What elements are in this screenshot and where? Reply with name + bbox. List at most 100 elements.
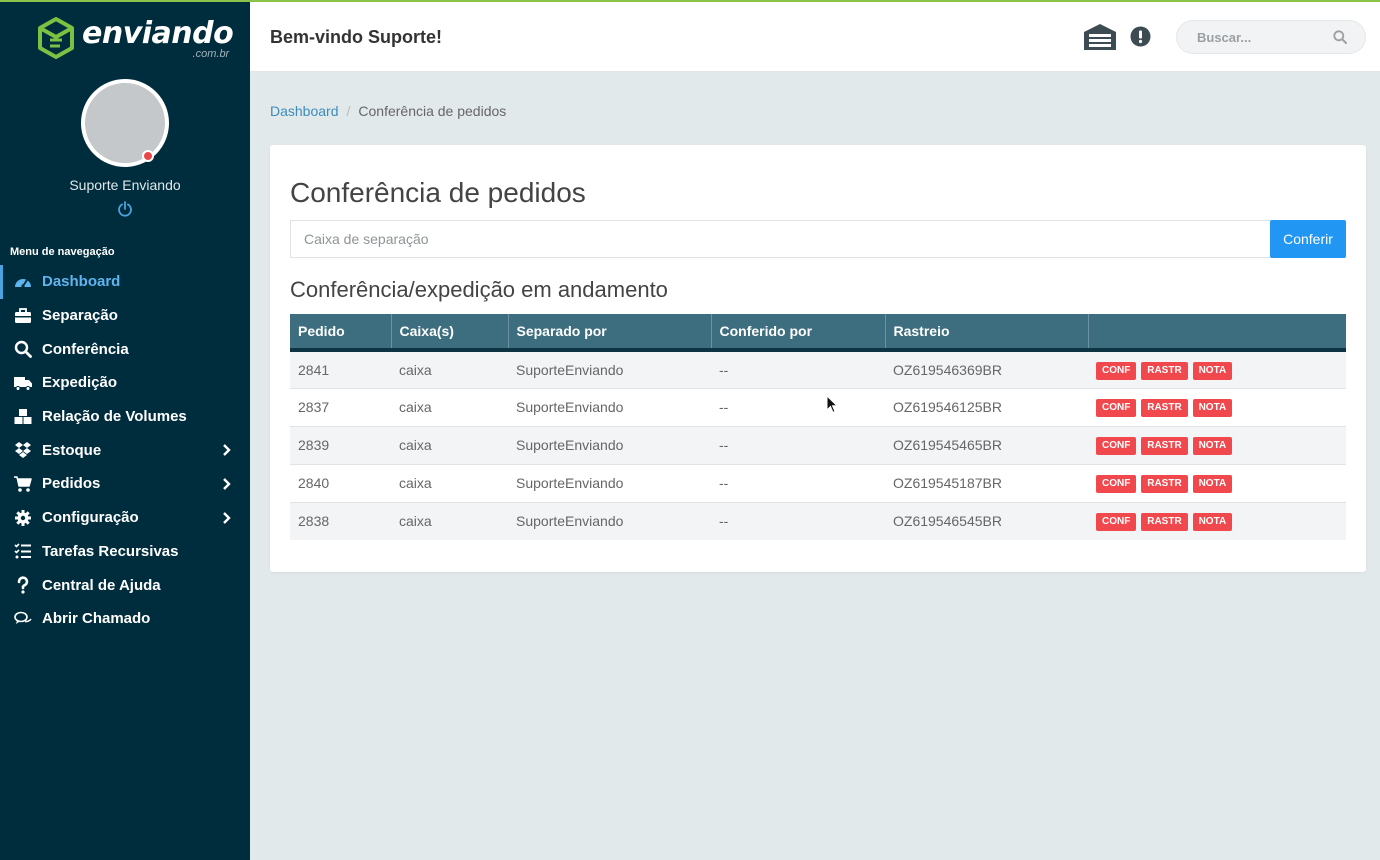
cell-separado-por: SuporteEnviando	[516, 399, 624, 415]
sidebar-item-configuracao[interactable]: Configuração	[0, 501, 250, 535]
sidebar-item-label: Relação de Volumes	[42, 408, 187, 426]
cell-pedido: 2839	[298, 437, 330, 453]
search-input[interactable]	[1177, 21, 1327, 53]
cell-actions: CONF RASTR NOTA	[1088, 502, 1346, 540]
sidebar-item-label: Configuração	[42, 509, 139, 527]
cell-actions: CONF RASTR NOTA	[1088, 464, 1346, 502]
mouse-cursor-icon	[826, 395, 838, 414]
cell-pedido: 2840	[298, 475, 330, 491]
welcome-message: Bem-vindo Suporte!	[270, 27, 443, 47]
box-input-row: Conferir	[290, 220, 1346, 258]
cell-conferido-por: --	[719, 513, 729, 530]
nota-button[interactable]: NOTA	[1192, 513, 1233, 532]
breadcrumb-current: Conferência de pedidos	[358, 103, 507, 119]
breadcrumb-home-link[interactable]: Dashboard	[270, 103, 339, 119]
sidebar-item-label: Conferência	[42, 340, 129, 358]
breadcrumb: Dashboard / Conferência de pedidos	[270, 103, 506, 119]
cell-caixas: caixa	[399, 437, 432, 453]
header-rastreio[interactable]: Rastreio	[885, 314, 1089, 350]
boxes-icon	[13, 408, 33, 426]
conferir-button[interactable]: Conferir	[1270, 220, 1346, 258]
cell-rastreio: OZ619546125BR	[893, 399, 1002, 415]
sidebar-item-relacao-volumes[interactable]: Relação de Volumes	[0, 400, 250, 434]
cell-caixas: caixa	[399, 475, 432, 491]
rastr-button[interactable]: RASTR	[1141, 437, 1188, 455]
logo-box-icon	[38, 17, 74, 59]
cell-separado-por: SuporteEnviando	[516, 475, 624, 491]
header-caixas[interactable]: Caixa(s)	[391, 314, 509, 350]
table-row: 2838 caixa SuporteEnviando -- OZ61954654…	[290, 502, 1346, 540]
user-name: Suporte Enviando	[69, 177, 181, 193]
top-accent-line	[0, 0, 1380, 2]
section-title: Conferência/expedição em andamento	[290, 277, 668, 302]
breadcrumb-separator: /	[346, 103, 351, 119]
cell-rastreio: OZ619545187BR	[893, 475, 1002, 491]
top-header: Bem-vindo Suporte!	[250, 2, 1380, 72]
toolbox-icon	[13, 307, 33, 325]
table-header-row: Pedido Caixa(s) Separado por Conferido p…	[290, 314, 1346, 350]
sidebar-item-dashboard[interactable]: Dashboard	[0, 265, 250, 299]
rastr-button[interactable]: RASTR	[1141, 513, 1188, 532]
cell-conferido-por: --	[719, 361, 729, 378]
table-row: 2841 caixa SuporteEnviando -- OZ61954636…	[290, 350, 1346, 388]
orders-table: Pedido Caixa(s) Separado por Conferido p…	[290, 314, 1346, 540]
nota-button[interactable]: NOTA	[1192, 361, 1233, 380]
sidebar-item-separacao[interactable]: Separação	[0, 299, 250, 333]
logo-name: enviando	[82, 16, 234, 51]
cell-caixas: caixa	[399, 513, 432, 530]
sidebar-item-label: Estoque	[42, 441, 102, 459]
table-row: 2840 caixa SuporteEnviando -- OZ61954518…	[290, 464, 1346, 502]
rastr-button[interactable]: RASTR	[1141, 361, 1188, 380]
conf-button[interactable]: CONF	[1096, 437, 1137, 455]
cell-separado-por: SuporteEnviando	[516, 361, 624, 378]
conf-button[interactable]: CONF	[1096, 475, 1137, 493]
nota-button[interactable]: NOTA	[1192, 399, 1233, 417]
sidebar-item-label: Expedição	[42, 374, 118, 392]
sidebar-item-estoque[interactable]: Estoque	[0, 433, 250, 467]
status-dot	[142, 150, 154, 162]
sidebar-item-pedidos[interactable]: Pedidos	[0, 467, 250, 501]
cell-rastreio: OZ619546545BR	[893, 513, 1002, 530]
conf-button[interactable]: CONF	[1096, 513, 1137, 532]
sidebar-item-label: Tarefas Recursivas	[42, 542, 179, 560]
sidebar-item-tarefas[interactable]: Tarefas Recursivas	[0, 535, 250, 569]
cell-caixas: caixa	[399, 399, 432, 415]
power-icon[interactable]	[117, 201, 133, 217]
cell-caixas: caixa	[399, 361, 432, 378]
chat-icon	[13, 610, 33, 628]
cell-rastreio: OZ619545465BR	[893, 437, 1002, 453]
rastr-button[interactable]: RASTR	[1141, 475, 1188, 493]
cell-separado-por: SuporteEnviando	[516, 513, 624, 530]
cell-actions: CONF RASTR NOTA	[1088, 426, 1346, 464]
logo[interactable]: enviando .com.br	[36, 16, 234, 60]
cart-icon	[13, 475, 33, 493]
nota-button[interactable]: NOTA	[1192, 475, 1233, 493]
sidebar-item-expedicao[interactable]: Expedição	[0, 366, 250, 400]
box-input[interactable]	[290, 220, 1271, 258]
chevron-right-icon	[223, 444, 231, 457]
warehouse-icon[interactable]	[1083, 23, 1117, 51]
menu-title: Menu de navegação	[10, 246, 115, 258]
header-conferido-por[interactable]: Conferido por	[711, 314, 886, 350]
sidebar-item-chamado[interactable]: Abrir Chamado	[0, 602, 250, 636]
header-separado-por[interactable]: Separado por	[508, 314, 712, 350]
cell-pedido: 2838	[298, 513, 330, 530]
header-pedido[interactable]: Pedido	[290, 314, 392, 350]
nav-menu: Dashboard Separação Conferência Expediçã…	[0, 265, 250, 636]
cell-actions: CONF RASTR NOTA	[1088, 350, 1346, 388]
sidebar-item-ajuda[interactable]: Central de Ajuda	[0, 568, 250, 602]
avatar[interactable]	[81, 79, 169, 167]
conf-button[interactable]: CONF	[1096, 399, 1137, 417]
sidebar-item-conferencia[interactable]: Conferência	[0, 332, 250, 366]
sidebar-item-label: Central de Ajuda	[42, 576, 161, 594]
alert-icon[interactable]	[1130, 26, 1151, 47]
rastr-button[interactable]: RASTR	[1141, 399, 1188, 417]
nota-button[interactable]: NOTA	[1192, 437, 1233, 455]
cell-conferido-por: --	[719, 437, 729, 453]
conf-button[interactable]: CONF	[1096, 361, 1137, 380]
dashboard-icon	[13, 273, 33, 291]
search-icon[interactable]	[1333, 30, 1347, 44]
sidebar-item-label: Abrir Chamado	[42, 610, 151, 628]
gear-icon	[13, 509, 33, 527]
sidebar-item-label: Pedidos	[42, 475, 101, 493]
